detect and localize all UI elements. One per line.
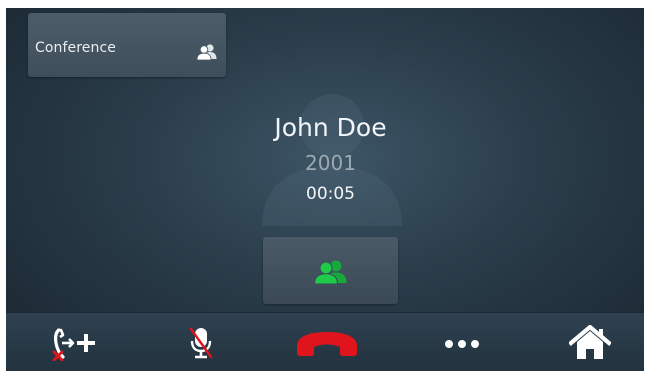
microphone-muted-icon: [189, 327, 213, 359]
people-group-icon: [313, 260, 347, 285]
call-screen: Conference John Doe 2001 00:05: [6, 8, 644, 371]
hang-up-button[interactable]: [276, 313, 376, 371]
start-conference-button[interactable]: [263, 237, 398, 304]
home-button[interactable]: [546, 313, 636, 371]
caller-number: 2001: [305, 151, 356, 175]
hang-up-icon: [297, 332, 357, 356]
transfer-icon: [52, 328, 95, 361]
more-options-button[interactable]: [411, 313, 511, 371]
home-icon: [569, 325, 611, 359]
mute-button[interactable]: [156, 313, 246, 371]
call-timer: 00:05: [306, 184, 355, 204]
people-group-icon: [196, 44, 217, 61]
conference-label: Conference: [35, 40, 117, 56]
bottom-toolbar: [6, 312, 644, 371]
conference-tile[interactable]: Conference: [28, 13, 226, 77]
more-options-icon: [445, 340, 479, 348]
transfer-button[interactable]: [26, 313, 126, 371]
caller-name: John Doe: [274, 113, 387, 142]
